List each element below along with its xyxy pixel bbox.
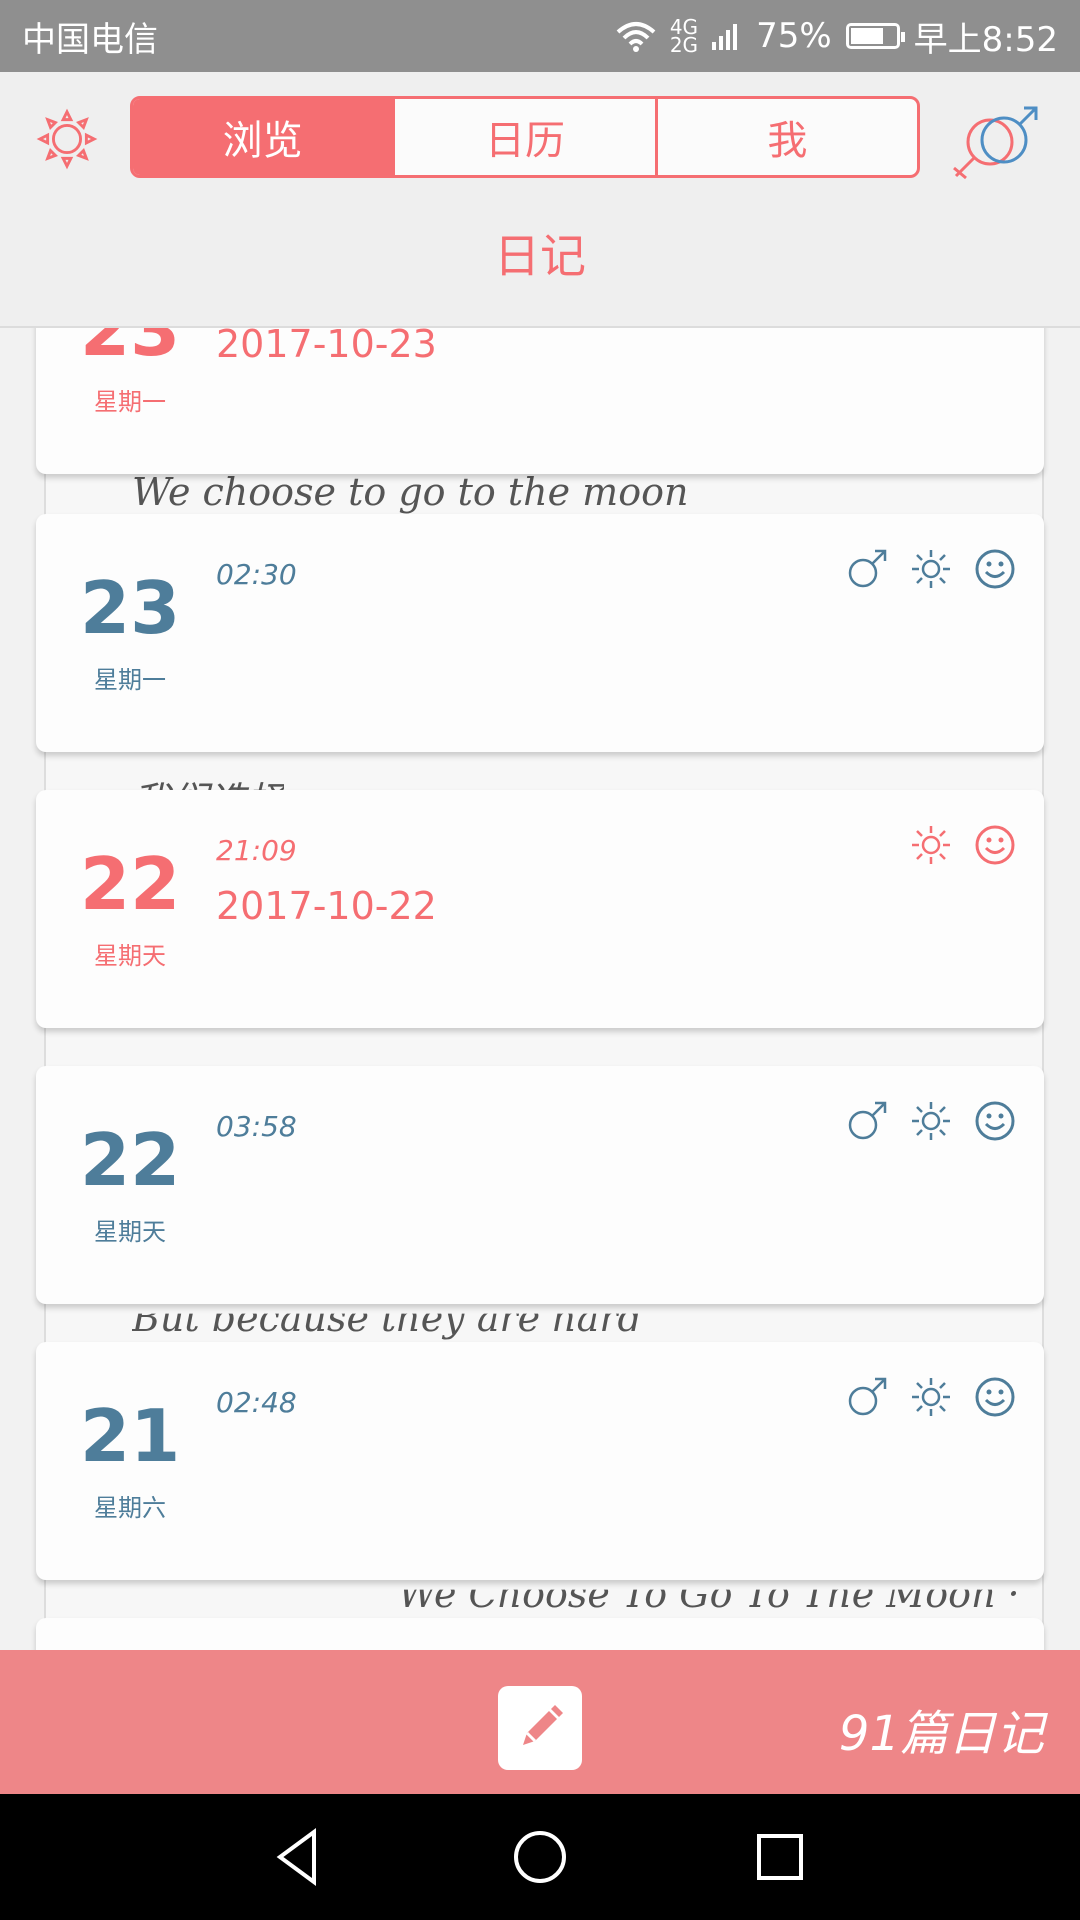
carrier-label: 中国电信 — [22, 19, 158, 60]
entry-weekday: 星期一 — [94, 666, 166, 694]
system-nav-bar — [0, 1794, 1080, 1920]
diary-entry[interactable]: 21 星期六 02:48 — [36, 1342, 1044, 1580]
sun-icon — [912, 1102, 950, 1140]
entry-day: 22 — [80, 1118, 181, 1202]
entry-weekday: 星期六 — [94, 1494, 166, 1522]
app-header: 浏览 日历 我 日记 — [0, 72, 1080, 328]
tab-me[interactable]: 我 — [654, 99, 917, 175]
smile-icon — [975, 1101, 1015, 1141]
bottom-bar: 91篇日记 — [0, 1650, 1080, 1794]
smile-icon — [975, 825, 1015, 865]
entry-day: 23 — [80, 326, 181, 372]
page-title: 日记 — [494, 229, 586, 283]
entry-time: 02:30 — [216, 558, 297, 591]
male-icon — [848, 549, 887, 588]
background-text: We choose to go to the moon — [132, 470, 689, 514]
diary-entry[interactable] — [36, 1618, 1044, 1650]
entry-date: 2017-10-22 — [216, 884, 437, 928]
sun-icon — [912, 1378, 950, 1416]
wifi-icon — [616, 22, 656, 52]
clock: 早上8:52 — [913, 19, 1058, 60]
network-type: 4G 2G — [669, 15, 699, 57]
battery-percent: 75% — [756, 16, 832, 56]
diary-entry[interactable]: 23 星期一 02:30 — [36, 514, 1044, 752]
smile-icon — [975, 1377, 1015, 1417]
entry-icons — [846, 1376, 1016, 1418]
entry-weekday: 星期天 — [94, 1218, 166, 1246]
home-icon[interactable] — [507, 1824, 573, 1890]
status-bar: 中国电信 4G 2G 75% 早上8:52 — [0, 0, 1080, 72]
entry-count: 91篇日记 — [838, 1706, 1044, 1762]
gender-icon[interactable] — [950, 102, 1040, 182]
entry-day: 22 — [80, 842, 181, 926]
sun-icon — [912, 550, 950, 588]
diary-list[interactable]: We choose to go to the moon 我们选择 But bec… — [0, 326, 1080, 1650]
entry-day: 23 — [80, 566, 181, 650]
sun-icon — [912, 826, 950, 864]
diary-entry[interactable]: 22 星期天 03:58 — [36, 1066, 1044, 1304]
diary-entry[interactable]: 22 星期天 21:09 2017-10-22 — [36, 790, 1044, 1028]
entry-time: 21:09 — [216, 834, 297, 867]
male-icon — [848, 1101, 887, 1140]
pencil-icon — [523, 1705, 563, 1745]
tab-calendar[interactable]: 日历 — [392, 99, 654, 175]
smile-icon — [975, 549, 1015, 589]
status-indicators: 4G 2G 75% 早上8:52 — [616, 12, 1058, 61]
diary-entry[interactable]: 23 星期一 2017-10-23 — [36, 326, 1044, 474]
entry-icons — [846, 1100, 1016, 1142]
battery-icon — [845, 23, 905, 49]
gear-icon[interactable] — [36, 108, 98, 170]
tab-browse[interactable]: 浏览 — [133, 99, 393, 175]
signal-icon — [712, 24, 738, 50]
tab-bar: 浏览 日历 我 — [130, 96, 920, 178]
entry-weekday: 星期一 — [94, 388, 166, 416]
new-entry-button[interactable] — [498, 1686, 582, 1770]
entry-time: 02:48 — [216, 1386, 297, 1419]
entry-icons — [846, 548, 1016, 590]
entry-weekday: 星期天 — [94, 942, 166, 970]
entry-icons — [910, 824, 1016, 866]
male-icon — [848, 1377, 887, 1416]
entry-time: 03:58 — [216, 1110, 297, 1143]
entry-date: 2017-10-23 — [216, 326, 437, 366]
entry-day: 21 — [80, 1394, 181, 1478]
recents-icon[interactable] — [747, 1824, 813, 1890]
back-icon[interactable] — [266, 1824, 332, 1890]
